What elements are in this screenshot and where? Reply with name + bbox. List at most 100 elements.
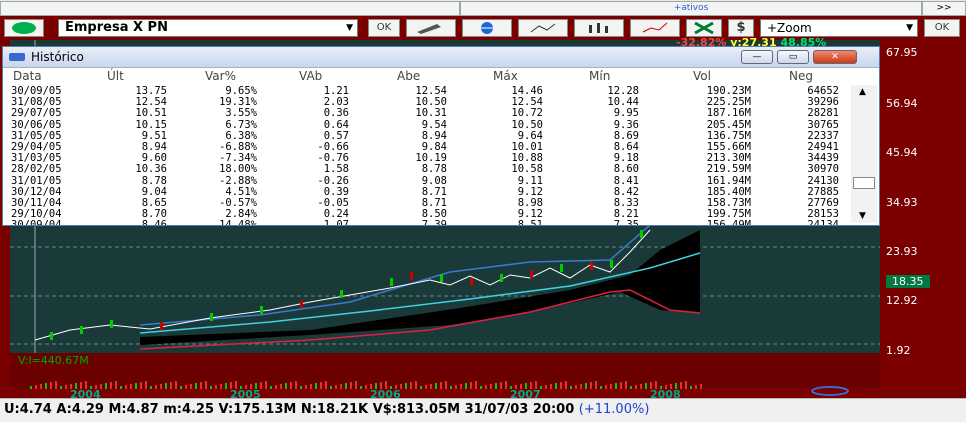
table-cell: 219.59M [706, 163, 751, 176]
vertical-scrollbar[interactable]: ▲ ▼ [851, 85, 877, 223]
table-row[interactable]: 29/10/04 8.70 2.84% 0.24 8.50 9.12 8.21 199.75M… [3, 208, 849, 221]
table-cell: 9.54 [421, 118, 447, 131]
table-row[interactable]: 28/02/05 10.36 18.00% 1.58 8.78 10.58 8.60 219.… [3, 163, 849, 176]
scroll-up-icon[interactable]: ▲ [859, 87, 866, 97]
volume-bar [105, 383, 107, 389]
volume-bar [435, 383, 437, 389]
table-cell: 31/05/05 [11, 129, 62, 142]
historico-window[interactable]: Histórico — ▭ ✕ Data Últ Var% VAb Abe Má… [2, 46, 880, 226]
y-tick-label: 67.95 [886, 46, 918, 59]
table-row[interactable]: 30/09/05 13.75 9.65% 1.21 12.54 14.46 12.28 190… [3, 85, 849, 97]
table-row[interactable]: 31/05/05 9.51 6.38% 0.57 8.94 9.64 8.69 136.75M… [3, 129, 849, 142]
table-cell: 7.39 [383, 219, 447, 225]
historico-titlebar[interactable]: Histórico — ▭ ✕ [3, 47, 879, 68]
top-strip: +ativos >> [0, 0, 966, 17]
scroll-thumb[interactable] [853, 177, 875, 189]
table-row[interactable]: 29/04/05 8.94 -6.88% -0.66 9.84 10.01 8.64 155.… [3, 141, 849, 153]
maximize-button[interactable]: ▭ [777, 50, 809, 64]
last-price-badge: 18.35 [886, 275, 930, 288]
table-cell: 10.15 [135, 118, 167, 131]
volume-bar [140, 382, 142, 389]
volume-bar [625, 381, 627, 389]
table-cell: 28/02/05 [11, 163, 62, 176]
col-header-var[interactable]: Var% [205, 69, 236, 83]
volume-bar [610, 384, 612, 389]
ativos-button[interactable]: +ativos [460, 1, 922, 16]
currency-button[interactable]: $ [728, 19, 754, 37]
col-header-abe[interactable]: Abe [397, 69, 420, 83]
volume-bar [430, 384, 432, 389]
table-row[interactable]: 30/12/04 9.04 4.51% 0.39 8.71 9.12 8.42 185.40M… [3, 185, 849, 198]
table-cell: 9.65% [225, 85, 257, 97]
table-row[interactable]: 31/08/05 12.54 19.31% 2.03 10.50 12.54 10.44 22… [3, 96, 849, 109]
status-light-button[interactable] [4, 19, 44, 37]
table-cell: 9.95 [613, 107, 639, 120]
table-row[interactable]: 29/07/05 10.51 3.55% 0.36 10.31 10.72 9.95 187.… [3, 107, 849, 120]
candle [390, 278, 393, 286]
table-row[interactable]: 30/11/04 8.65 -0.57% -0.05 8.71 8.98 8.33 158.7… [3, 197, 849, 209]
minimize-button[interactable]: — [741, 50, 773, 64]
minimize-icon: — [752, 52, 762, 62]
volume-bar [180, 386, 182, 389]
candle-chart-button[interactable] [518, 19, 568, 37]
table-row[interactable]: 31/01/05 8.78 -2.88% -0.26 9.08 9.11 8.41 161.9… [3, 174, 849, 187]
table-cell: 8.94 [421, 129, 447, 142]
col-header-ult[interactable]: Últ [107, 69, 124, 83]
table-cell: 28281 [807, 107, 839, 120]
pencil-tool-button[interactable] [406, 19, 456, 37]
volume-bar [410, 382, 412, 389]
table-cell: 225.25M [706, 96, 751, 109]
table-cell: 8.60 [613, 163, 639, 176]
strip-left-cell[interactable] [0, 1, 460, 16]
col-header-vab[interactable]: VAb [299, 69, 322, 83]
volume-bar [575, 385, 577, 389]
chevron-down-icon: ▼ [346, 23, 353, 33]
table-cell: 1.58 [323, 163, 349, 176]
table-cell: 9.12 [517, 185, 543, 198]
table-cell: 10.36 [135, 163, 167, 176]
table-row[interactable]: 30/06/05 10.15 6.73% 0.64 9.54 10.50 9.36 205.4… [3, 118, 849, 131]
zoom-ok-button[interactable]: OK [924, 19, 960, 37]
bar-chart-button[interactable] [574, 19, 624, 37]
table-cell: -2.88% [219, 174, 257, 187]
asset-select[interactable]: Empresa X PN ▼ [58, 19, 358, 37]
tools-button[interactable] [686, 19, 722, 37]
col-header-neg[interactable]: Neg [789, 69, 813, 83]
table-cell: 0.36 [323, 107, 349, 120]
volume-bar [350, 382, 352, 389]
table-cell: 27769 [807, 197, 839, 209]
table-cell: 10.72 [511, 107, 543, 120]
zoom-select[interactable]: +Zoom ▼ [760, 19, 918, 37]
table-cell: 199.75M [706, 208, 751, 221]
close-button[interactable]: ✕ [813, 50, 857, 64]
volume-bar [550, 384, 552, 389]
volume-bar [275, 385, 277, 389]
candle [440, 274, 443, 282]
col-header-max[interactable]: Máx [493, 69, 518, 83]
col-header-min[interactable]: Mín [589, 69, 610, 83]
volume-bar [455, 385, 457, 389]
scroll-down-icon[interactable]: ▼ [859, 211, 866, 221]
volume-panel[interactable]: V:I=440.67M [10, 353, 880, 389]
volume-bar [495, 383, 497, 389]
table-row[interactable]: 30/09/04 8.46 14.48% 1.07 7.39 8.51 7.35 156.49… [3, 219, 849, 225]
table-cell: 7.35 [575, 219, 639, 225]
maximize-icon: ▭ [788, 52, 798, 62]
volume-bar [320, 382, 322, 389]
col-header-vol[interactable]: Vol [693, 69, 711, 83]
volume-bar [190, 384, 192, 389]
table-cell: 8.65 [141, 197, 167, 209]
volume-bar [225, 383, 227, 389]
asset-ok-button[interactable]: OK [368, 19, 400, 37]
upper-band-line [139, 209, 701, 326]
historico-table[interactable]: 30/09/05 13.75 9.65% 1.21 12.54 14.46 12.28 190… [3, 85, 849, 225]
table-cell: 8.71 [421, 185, 447, 198]
globe-button[interactable] [462, 19, 512, 37]
col-header-data[interactable]: Data [13, 69, 42, 83]
line-chart-button[interactable] [630, 19, 680, 37]
table-row[interactable]: 31/03/05 9.60 -7.34% -0.76 10.19 10.88 9.18 213… [3, 152, 849, 164]
volume-bar [170, 382, 172, 389]
expand-button[interactable]: >> [922, 1, 966, 16]
green-circle-icon [12, 22, 36, 34]
volume-bar [555, 383, 557, 389]
